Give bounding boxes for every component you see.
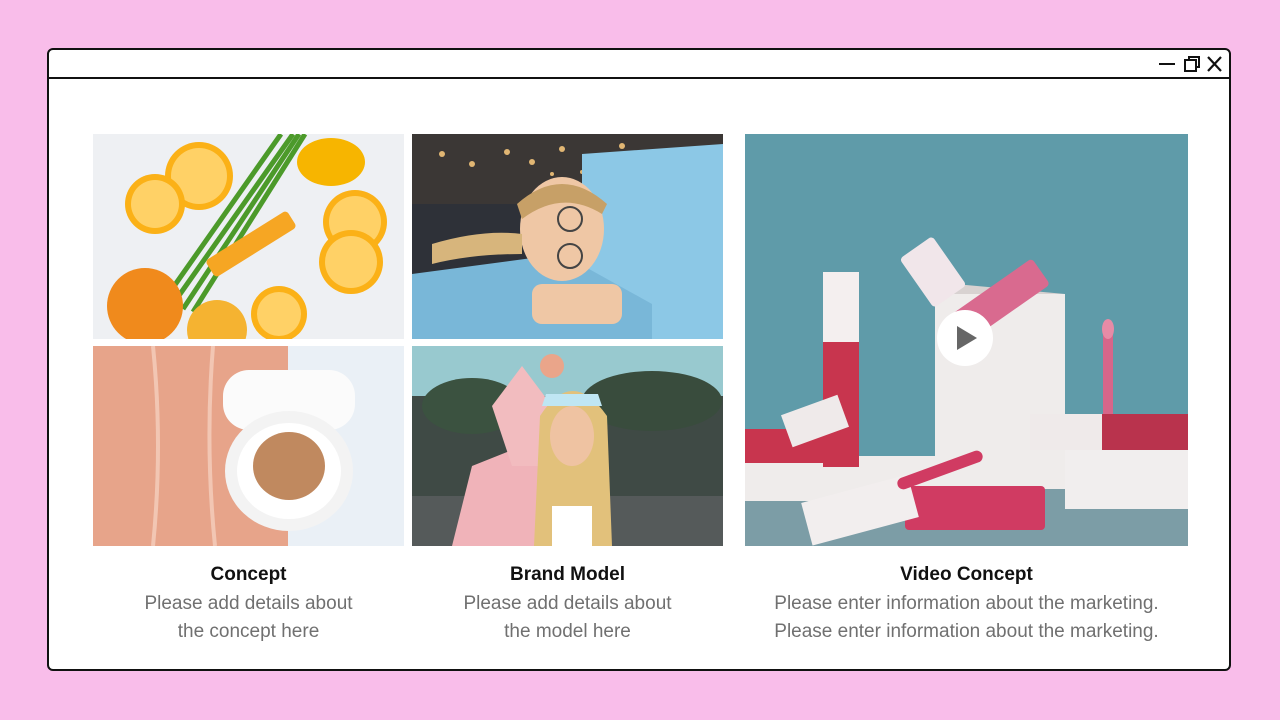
concept-description-line-2: the concept here [177, 621, 320, 642]
app-window: Concept Please add details about the con… [47, 48, 1231, 671]
concept-title: Concept [210, 564, 287, 585]
brand-model-caption: Brand Model Please add details about the… [412, 564, 723, 646]
title-bar [49, 50, 1229, 79]
brand-model-photo-2 [412, 346, 723, 546]
video-concept-description-line-1: Please enter information about the marke… [774, 593, 1159, 614]
concept-caption: Concept Please add details about the con… [93, 564, 404, 646]
video-concept-caption: Video Concept Please enter information a… [745, 564, 1188, 646]
minimize-icon[interactable] [1157, 55, 1177, 73]
video-play-button[interactable] [937, 310, 993, 366]
brand-model-photo-1 [412, 134, 723, 339]
restore-icon[interactable] [1182, 55, 1202, 73]
brand-model-description-line-1: Please add details about [463, 593, 672, 614]
close-icon[interactable] [1205, 55, 1225, 73]
concept-cushion-photo [93, 346, 404, 546]
video-concept-description-line-2: Please enter information about the marke… [774, 621, 1159, 642]
concept-citrus-photo [93, 134, 404, 339]
concept-description-line-1: Please add details about [144, 593, 353, 614]
play-icon [957, 326, 977, 350]
video-concept-title: Video Concept [900, 564, 1033, 585]
brand-model-description-line-2: the model here [504, 621, 631, 642]
brand-model-title: Brand Model [509, 564, 626, 585]
